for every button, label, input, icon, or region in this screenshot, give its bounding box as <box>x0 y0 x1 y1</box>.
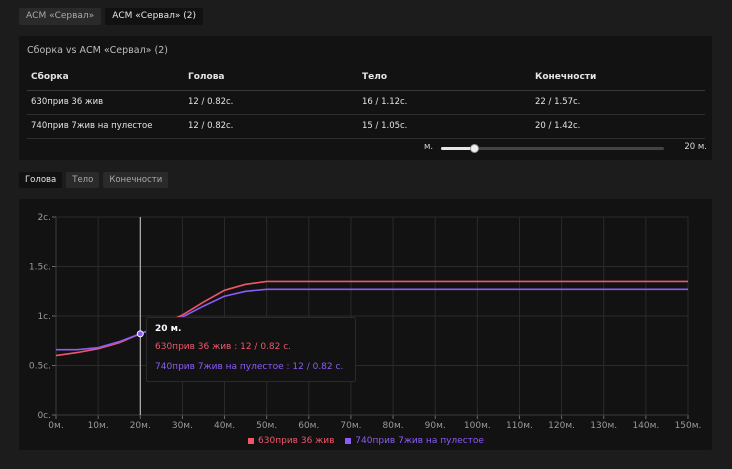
x-tick-label: 30м. <box>172 421 193 431</box>
x-tick-label: 90м. <box>425 421 446 431</box>
y-tick-label: 1с. <box>37 312 51 322</box>
x-tick-label: 120м. <box>548 421 575 431</box>
hover-point-marker <box>136 330 144 338</box>
x-tick-label: 40м. <box>214 421 235 431</box>
x-tick-label: 100м. <box>464 421 491 431</box>
tooltip-title: 20 м. <box>155 324 182 334</box>
legend-swatch-icon <box>248 438 255 444</box>
chart-tooltip: 20 м. 630прив 36 жив : 12 / 0.82 с. 740п… <box>146 317 356 382</box>
legend-item-series-2[interactable]: 740прив 7жив на пулестое <box>345 436 484 446</box>
chart-legend: 630прив 36 жив 740прив 7жив на пулестое <box>0 436 732 447</box>
legend-label: 630прив 36 жив <box>258 436 335 446</box>
legend-item-series-1[interactable]: 630прив 36 жив <box>248 436 334 446</box>
x-tick-label: 80м. <box>383 421 404 431</box>
x-tick-label: 60м. <box>298 421 319 431</box>
x-tick-label: 0м. <box>48 421 63 431</box>
x-tick-label: 50м. <box>256 421 277 431</box>
x-tick-label: 140м. <box>632 421 659 431</box>
x-tick-label: 110м. <box>506 421 533 431</box>
y-tick-label: 0.5с. <box>29 362 51 372</box>
tooltip-line-series-2: 740прив 7жив на пулестое : 12 / 0.82 с. <box>155 362 344 372</box>
legend-swatch-icon <box>345 438 352 444</box>
y-tick-label: 0с. <box>37 411 51 421</box>
x-tick-label: 130м. <box>590 421 617 431</box>
x-tick-label: 20м. <box>130 421 151 431</box>
x-tick-label: 10м. <box>88 421 109 431</box>
legend-label: 740прив 7жив на пулестое <box>355 436 484 446</box>
tooltip-line-series-1: 630прив 36 жив : 12 / 0.82 с. <box>155 342 292 352</box>
y-tick-label: 1.5с. <box>29 263 51 273</box>
x-tick-label: 150м. <box>675 421 702 431</box>
x-tick-label: 70м. <box>340 421 361 431</box>
ttk-line-chart: 0м. 10м. 20м. 30м. 40м. 50м. 60м. 70м. 80м. 90м. 1… <box>29 213 702 431</box>
y-tick-label: 2с. <box>37 213 51 223</box>
